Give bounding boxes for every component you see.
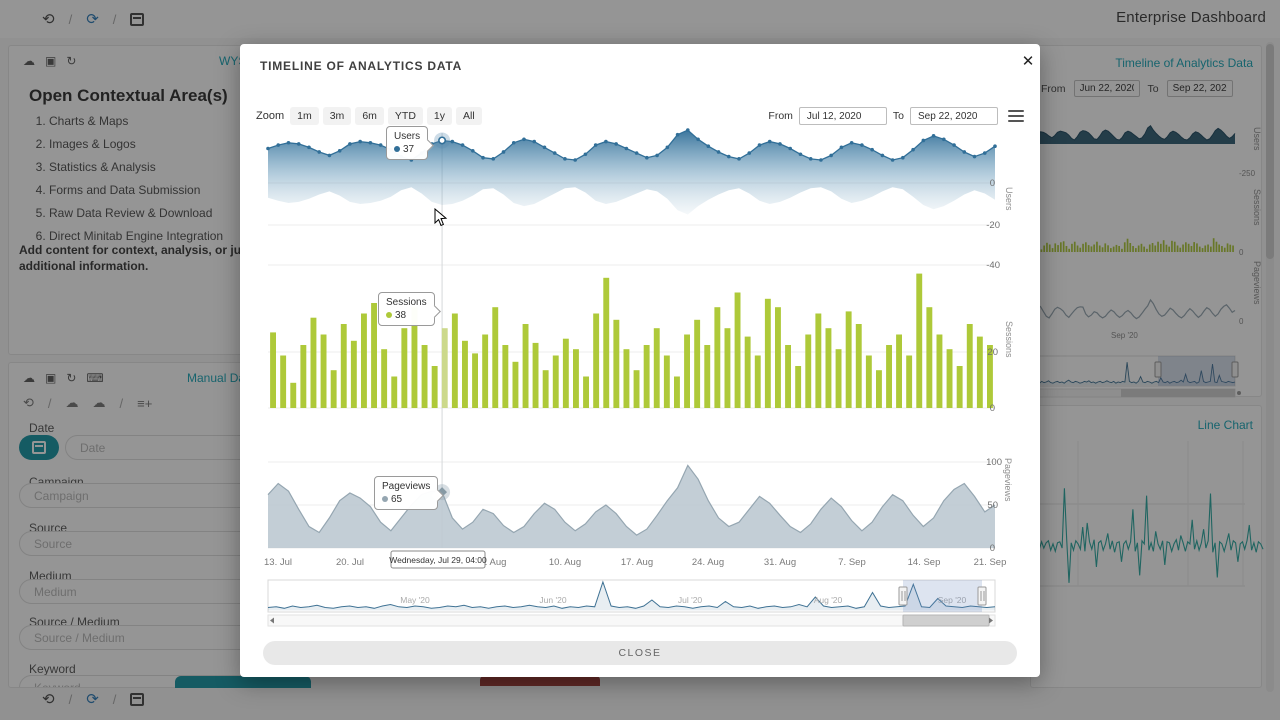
zoom-3m-button[interactable]: 3m — [323, 107, 352, 125]
timeline-chart-area: Zoom 1m 3m 6m YTD 1y All From To — [252, 106, 1028, 631]
users-tick: -20 — [986, 220, 1000, 231]
from-label: From — [768, 110, 793, 122]
x-label: 21. Sep — [974, 557, 1007, 568]
nav-label: Jun '20 — [539, 595, 566, 605]
tooltip-value: 38 — [395, 310, 406, 321]
x-label: 17. Aug — [621, 557, 653, 568]
tooltip-series-name: Pageviews — [382, 481, 430, 492]
users-tick: -40 — [986, 260, 1000, 271]
pageviews-axis-title: Pageviews — [1003, 458, 1013, 502]
zoom-ytd-button[interactable]: YTD — [388, 107, 423, 125]
nav-label: May '20 — [400, 595, 430, 605]
chart-menu-icon[interactable] — [1008, 110, 1024, 122]
x-label: 31. Aug — [764, 557, 796, 568]
zoom-1y-button[interactable]: 1y — [427, 107, 452, 125]
x-label: 13. Jul — [264, 557, 292, 568]
close-icon[interactable]: ✕ — [1017, 50, 1039, 72]
zoom-1m-button[interactable]: 1m — [290, 107, 319, 125]
users-axis-title: Users — [1004, 187, 1014, 211]
sessions-tick: 0 — [990, 403, 995, 414]
pageviews-tick: 0 — [990, 543, 995, 554]
pageviews-tooltip: Pageviews 65 — [374, 476, 438, 510]
x-axis-labels: 13. Jul 20. Jul 27. Jul 3. Aug 10. Aug 1… — [264, 557, 1006, 568]
navigator-handle-left[interactable] — [899, 587, 907, 605]
tooltip-value: 65 — [391, 494, 402, 505]
sessions-tooltip: Sessions 38 — [378, 292, 435, 326]
series-dot-icon — [386, 312, 392, 318]
range-to-input[interactable] — [910, 107, 998, 125]
navigator-selection[interactable] — [903, 580, 982, 612]
users-tooltip: Users 37 — [386, 126, 428, 160]
timeline-modal: TIMELINE OF ANALYTICS DATA ✕ Zoom 1m 3m … — [240, 44, 1040, 677]
nav-label: Aug '20 — [814, 595, 843, 605]
series-dot-icon — [394, 146, 400, 152]
zoom-6m-button[interactable]: 6m — [355, 107, 384, 125]
x-label: 14. Sep — [908, 557, 941, 568]
tooltip-series-name: Users — [394, 131, 420, 142]
scrollbar-thumb[interactable] — [903, 615, 989, 626]
range-from-input[interactable] — [799, 107, 887, 125]
series-dot-icon — [382, 496, 388, 502]
to-label: To — [893, 110, 904, 122]
users-series[interactable] — [266, 128, 997, 214]
navigator-handle-right[interactable] — [978, 587, 986, 605]
crosshair-date-label: Wednesday, Jul 29, 04:00 — [389, 555, 487, 565]
pageviews-tick: 100 — [986, 457, 1002, 468]
x-label: 20. Jul — [336, 557, 364, 568]
close-button[interactable]: CLOSE — [263, 641, 1017, 665]
timeline-stock-chart[interactable]: 0 -20 -40 20 0 100 50 0 Users Sessions P… — [252, 125, 1028, 628]
nav-label: Jul '20 — [678, 595, 703, 605]
tooltip-series-name: Sessions — [386, 297, 427, 308]
modal-title: TIMELINE OF ANALYTICS DATA — [260, 59, 462, 73]
x-label: 24. Aug — [692, 557, 724, 568]
sessions-tick: 20 — [987, 347, 998, 358]
mouse-cursor — [434, 208, 448, 228]
navigator-month-labels: May '20 Jun '20 Jul '20 Aug '20 Sep '20 — [400, 595, 966, 605]
scrollbar-track[interactable] — [268, 615, 995, 626]
x-label: 7. Sep — [838, 557, 865, 568]
x-label: 10. Aug — [549, 557, 581, 568]
pageviews-tick: 50 — [987, 500, 998, 511]
zoom-label: Zoom — [256, 110, 284, 122]
tooltip-value: 37 — [403, 144, 414, 155]
sessions-axis-title: Sessions — [1004, 321, 1014, 358]
navigator-series[interactable] — [268, 582, 995, 611]
users-tick: 0 — [990, 178, 995, 189]
zoom-all-button[interactable]: All — [456, 107, 482, 125]
